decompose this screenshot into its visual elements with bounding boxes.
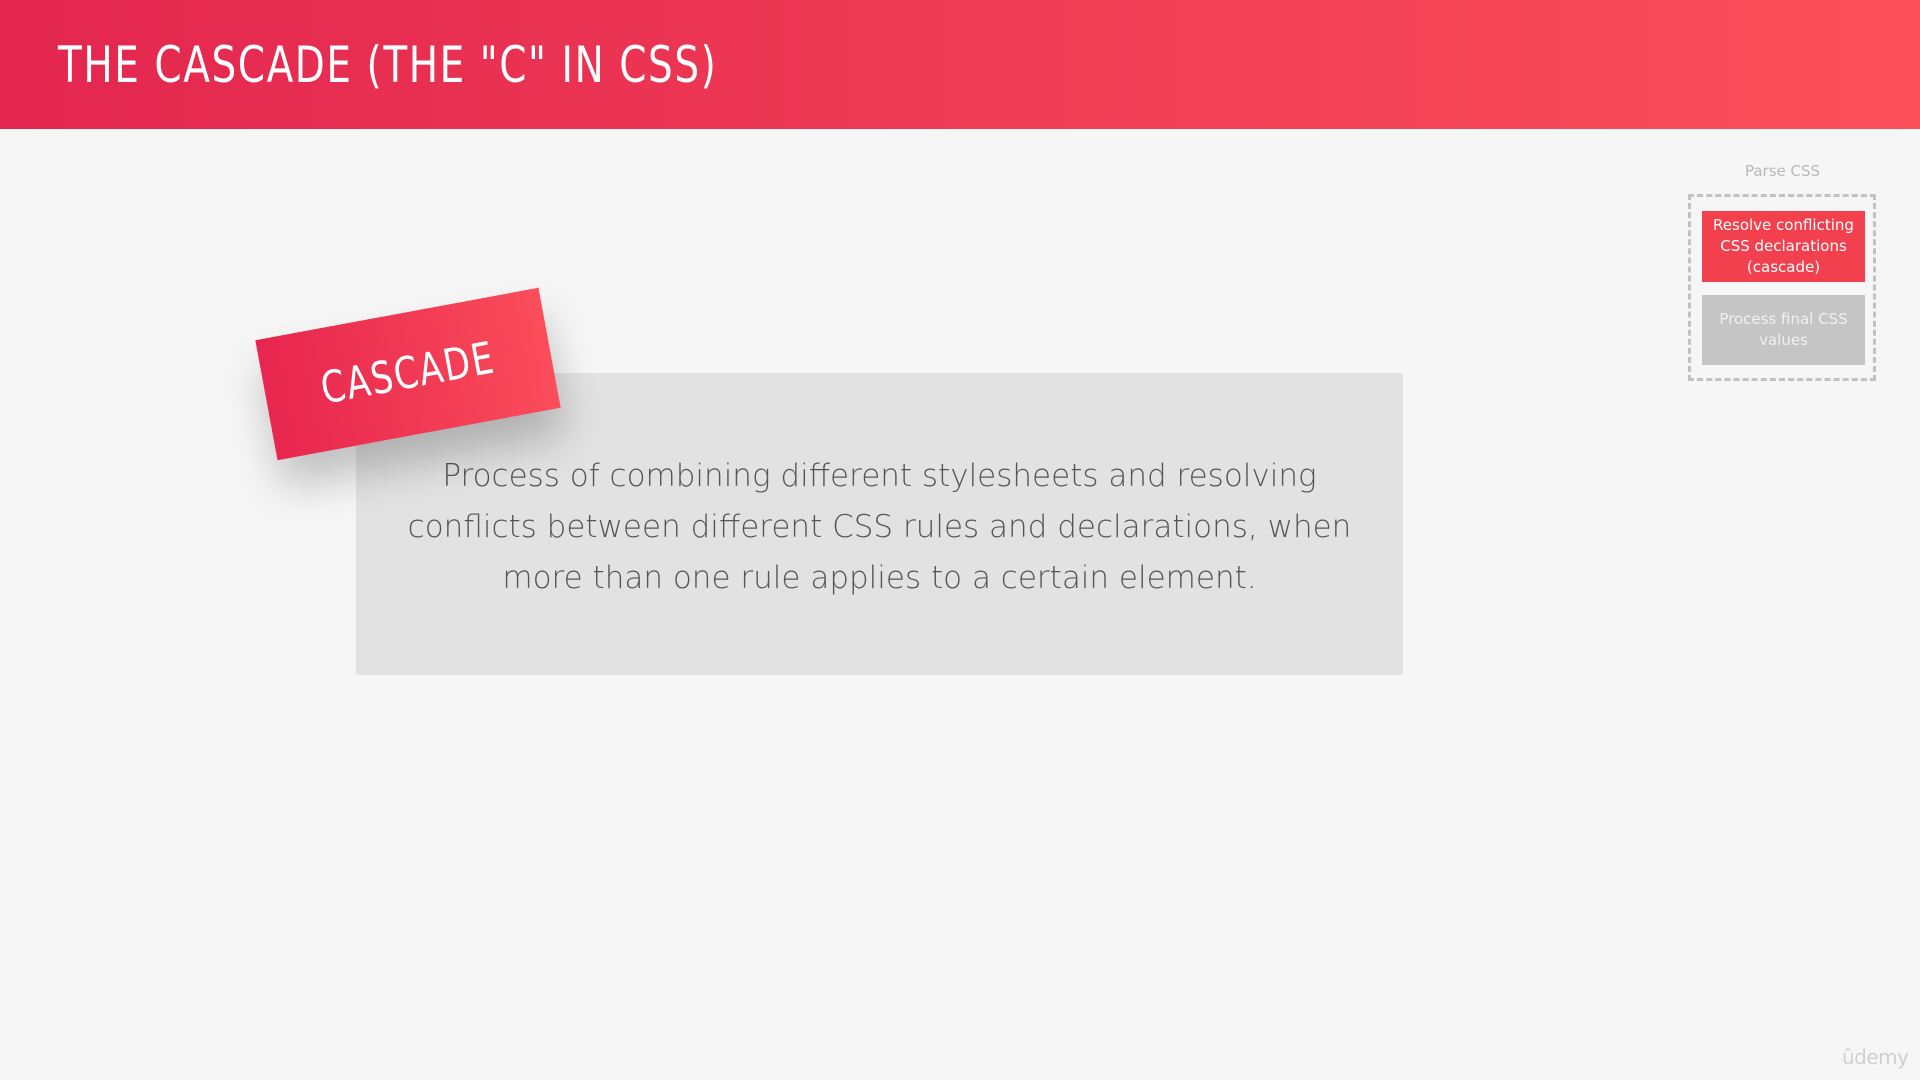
definition-line: Process of combining different styleshee… bbox=[442, 458, 1317, 494]
step-label: Process final CSS values bbox=[1719, 310, 1848, 349]
definition-line: conflicts between different CSS rules an… bbox=[407, 509, 1352, 545]
header-bar: THE CASCADE (THE "C" IN CSS) bbox=[0, 0, 1920, 129]
definition-line: more than one rule applies to a certain … bbox=[502, 560, 1257, 596]
sidebar-title: Parse CSS bbox=[1744, 162, 1821, 180]
slide: THE CASCADE (THE "C" IN CSS) Process of … bbox=[0, 0, 1920, 1080]
step-label: Resolve conflicting CSS declarations (ca… bbox=[1713, 216, 1854, 276]
definition-text: Process of combining different styleshee… bbox=[356, 451, 1403, 604]
step-process-final-values: Process final CSS values bbox=[1702, 295, 1865, 365]
slide-title: THE CASCADE (THE "C" IN CSS) bbox=[58, 36, 718, 94]
step-resolve-conflicts: Resolve conflicting CSS declarations (ca… bbox=[1702, 211, 1865, 282]
udemy-watermark: ûdemy bbox=[1842, 1045, 1909, 1069]
definition-box: Process of combining different styleshee… bbox=[356, 373, 1403, 675]
